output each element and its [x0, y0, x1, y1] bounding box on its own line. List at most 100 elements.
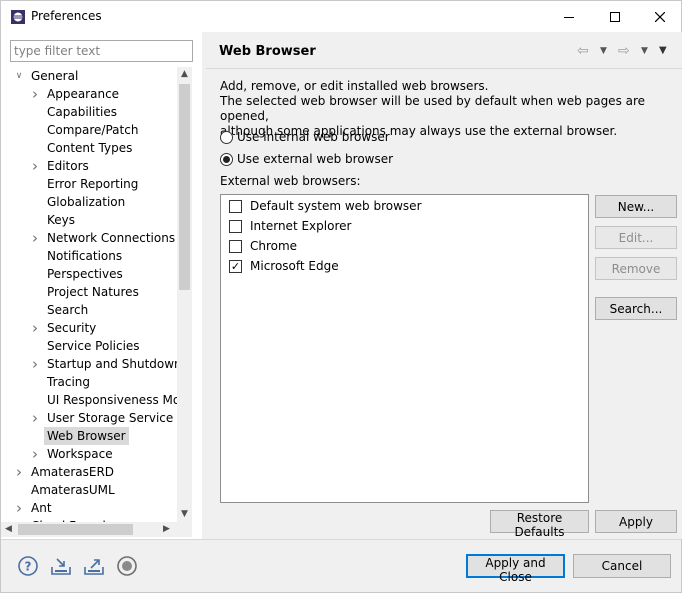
browser-list-item[interactable]: Default system web browser	[229, 197, 422, 215]
tree-horizontal-scrollbar[interactable]: ◀ ▶	[1, 522, 192, 537]
oomph-record-icon[interactable]	[116, 555, 138, 577]
restore-defaults-button[interactable]: Restore Defaults	[490, 510, 589, 539]
tree-item[interactable]: UI Responsiveness Moni	[1, 391, 177, 409]
minimize-icon	[564, 16, 574, 18]
tree-item-label: AmaterasUML	[31, 483, 115, 497]
export-icon[interactable]	[83, 555, 105, 577]
browser-list-item[interactable]: ✓ Microsoft Edge	[229, 257, 339, 275]
tree-item-label: Ant	[31, 501, 52, 515]
tree-item[interactable]: › Ant	[1, 499, 177, 517]
help-icon[interactable]: ?	[17, 555, 39, 577]
tree-item-label: Service Policies	[47, 339, 140, 353]
browser-list[interactable]: Default system web browser Internet Explo…	[220, 194, 589, 503]
back-dropdown-icon[interactable]: ▼	[600, 46, 607, 56]
tree-item[interactable]: Project Natures	[1, 283, 177, 301]
forward-arrow-icon[interactable]: ⇨	[618, 43, 630, 59]
tree-item[interactable]: Service Policies	[1, 337, 177, 355]
tree-item[interactable]: Keys	[1, 211, 177, 229]
new-browser-button[interactable]: New...	[595, 195, 677, 218]
collapsed-arrow-icon[interactable]: ›	[30, 85, 40, 103]
tree-item[interactable]: › Appearance	[1, 85, 177, 103]
tree-item-label: User Storage Service	[47, 411, 174, 425]
view-menu-icon[interactable]: ▼	[659, 45, 667, 56]
tree-item[interactable]: Perspectives	[1, 265, 177, 283]
tree-item[interactable]: › Network Connections	[1, 229, 177, 247]
scroll-right-icon[interactable]: ▶	[159, 522, 174, 537]
description-line-2: The selected web browser will be used by…	[220, 94, 646, 123]
tree-item[interactable]: Web Browser	[1, 427, 177, 445]
tree-item[interactable]: Error Reporting	[1, 175, 177, 193]
collapsed-arrow-icon[interactable]: ›	[30, 445, 40, 463]
checked-checkbox-icon[interactable]: ✓	[229, 259, 242, 273]
tree-item[interactable]: Globalization	[1, 193, 177, 211]
scroll-up-icon[interactable]: ▲	[177, 67, 192, 82]
preference-tree: ∨ General › Appearance Capabilities Compare/P…	[1, 67, 177, 522]
tree-item[interactable]: › AmaterasERD	[1, 463, 177, 481]
browser-list-item[interactable]: Internet Explorer	[229, 217, 351, 235]
page-title: Web Browser	[219, 44, 316, 59]
edit-browser-button[interactable]: Edit...	[595, 226, 677, 249]
external-browser-radio[interactable]: Use external web browser	[220, 151, 393, 167]
expanded-arrow-icon[interactable]: ∨	[14, 67, 24, 85]
checkbox-icon[interactable]	[229, 219, 242, 233]
collapsed-arrow-icon[interactable]: ›	[30, 157, 40, 175]
tree-item[interactable]: › Editors	[1, 157, 177, 175]
forward-dropdown-icon[interactable]: ▼	[641, 46, 648, 56]
apply-button[interactable]: Apply	[595, 510, 677, 533]
external-browsers-label: External web browsers:	[220, 174, 361, 188]
tree-item[interactable]: AmaterasUML	[1, 481, 177, 499]
maximize-button[interactable]	[592, 1, 638, 32]
tree-item[interactable]: › User Storage Service	[1, 409, 177, 427]
back-arrow-icon[interactable]: ⇦	[577, 43, 589, 59]
tree-item[interactable]: Tracing	[1, 373, 177, 391]
tree-item-label: Globalization	[47, 195, 126, 209]
window-title: Preferences	[31, 9, 102, 23]
tree-item-label: Appearance	[47, 87, 120, 101]
description-line-1: Add, remove, or edit installed web brows…	[220, 79, 489, 93]
horizontal-scroll-thumb[interactable]	[18, 524, 133, 535]
collapsed-arrow-icon[interactable]: ›	[30, 319, 40, 337]
close-button[interactable]	[637, 1, 682, 32]
scroll-down-icon[interactable]: ▼	[177, 507, 192, 522]
search-browsers-button[interactable]: Search...	[595, 297, 677, 320]
checkbox-icon[interactable]	[229, 239, 242, 253]
page-header: Web Browser ⇦ ▼ ⇨ ▼ ▼	[206, 32, 682, 68]
collapsed-arrow-icon[interactable]: ›	[14, 499, 24, 517]
eclipse-app-icon	[11, 10, 25, 24]
tree-item[interactable]: › Security	[1, 319, 177, 337]
import-icon[interactable]	[50, 555, 72, 577]
collapsed-arrow-icon[interactable]: ›	[30, 355, 40, 373]
remove-browser-button[interactable]: Remove	[595, 257, 677, 280]
scroll-left-icon[interactable]: ◀	[1, 522, 16, 537]
collapsed-arrow-icon[interactable]: ›	[30, 229, 40, 247]
filter-input[interactable]	[10, 40, 193, 62]
tree-item-label: Security	[47, 321, 97, 335]
cancel-button[interactable]: Cancel	[573, 554, 671, 578]
header-separator	[206, 68, 682, 69]
tree-item[interactable]: ∨ General	[1, 67, 177, 85]
tree-item-label: AmaterasERD	[31, 465, 115, 479]
tree-item[interactable]: Capabilities	[1, 103, 177, 121]
checkbox-icon[interactable]	[229, 199, 242, 213]
tree-item[interactable]: Notifications	[1, 247, 177, 265]
internal-browser-radio[interactable]: Use internal web browser	[220, 129, 390, 145]
radio-button-icon[interactable]	[220, 130, 233, 144]
tree-item[interactable]: Content Types	[1, 139, 177, 157]
browser-name: Internet Explorer	[250, 219, 352, 233]
tree-item-label: Project Natures	[47, 285, 139, 299]
tree-item[interactable]: Search	[1, 301, 177, 319]
tree-item-label: Capabilities	[47, 105, 117, 119]
apply-and-close-button[interactable]: Apply and Close	[466, 554, 565, 584]
title-bar: Preferences	[1, 1, 681, 32]
radio-button-icon[interactable]	[220, 152, 233, 166]
collapsed-arrow-icon[interactable]: ›	[14, 463, 24, 481]
tree-item[interactable]: Compare/Patch	[1, 121, 177, 139]
collapsed-arrow-icon[interactable]: ›	[30, 409, 40, 427]
browser-list-item[interactable]: Chrome	[229, 237, 297, 255]
tree-vertical-scrollbar[interactable]: ▲ ▼	[177, 67, 192, 522]
tree-item[interactable]: › Workspace	[1, 445, 177, 463]
browser-name: Microsoft Edge	[250, 259, 339, 273]
tree-item[interactable]: › Startup and Shutdown	[1, 355, 177, 373]
vertical-scroll-thumb[interactable]	[179, 84, 190, 290]
minimize-button[interactable]	[546, 1, 592, 32]
